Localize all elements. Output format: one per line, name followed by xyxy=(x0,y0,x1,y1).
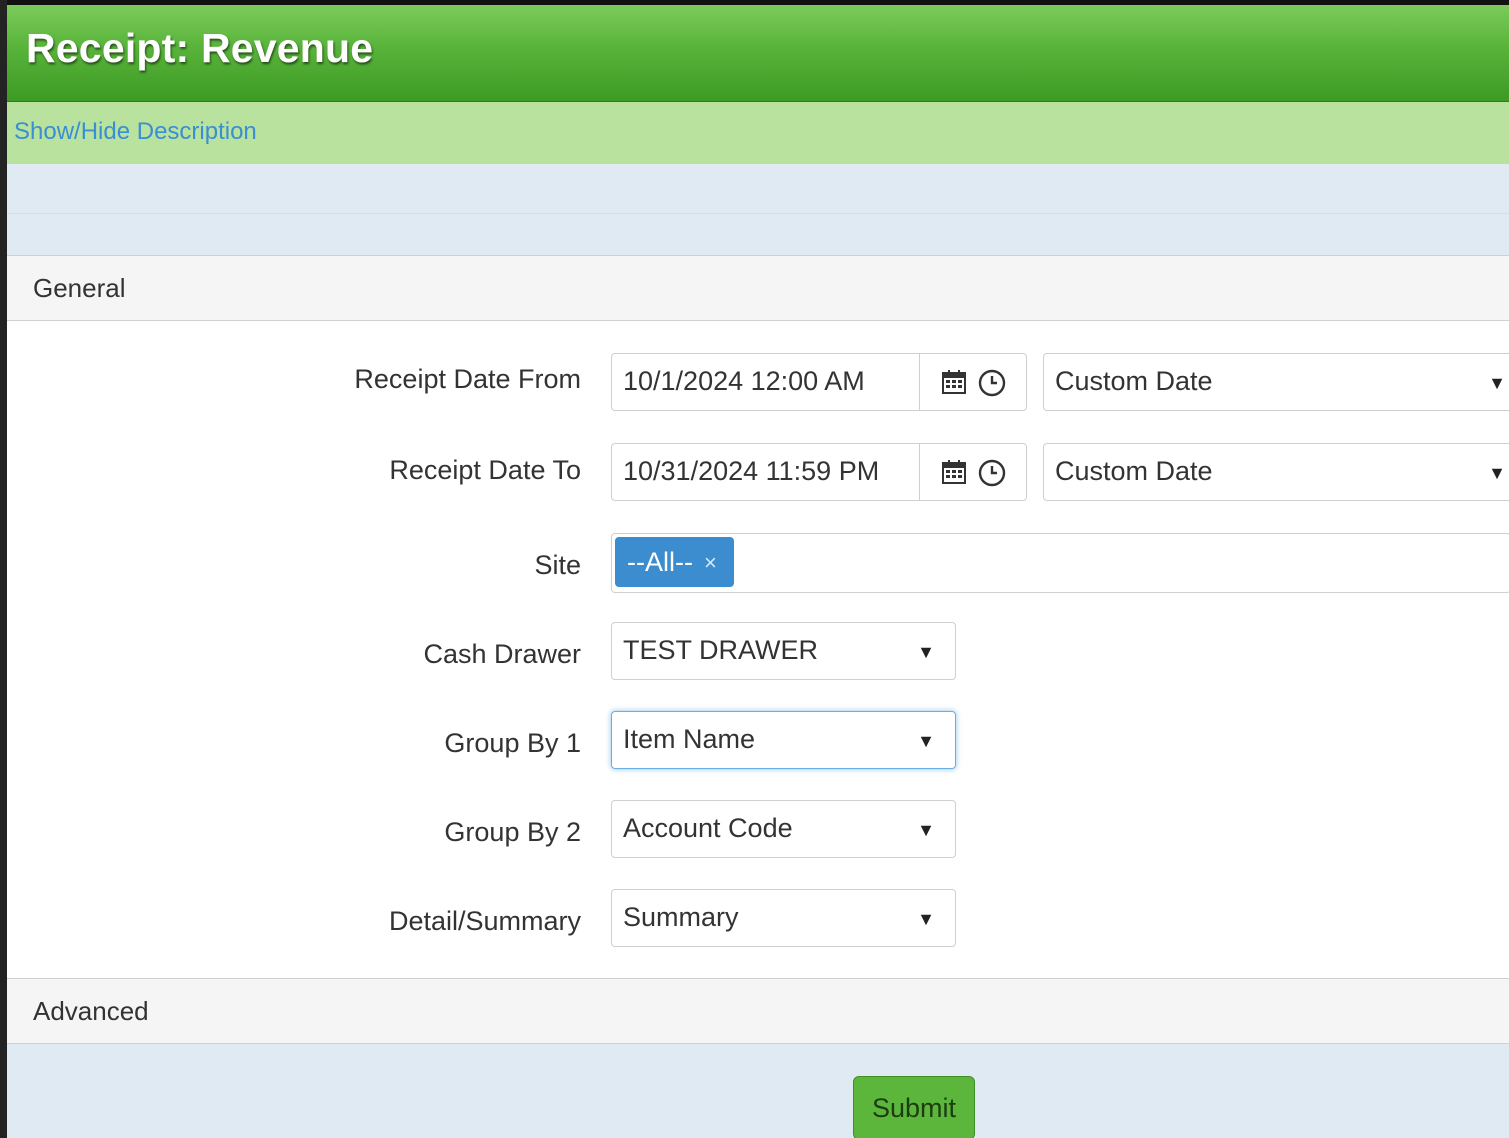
receipt-date-from-label: Receipt Date From xyxy=(354,364,581,394)
chevron-down-icon: ▼ xyxy=(917,909,935,929)
general-form: Receipt Date From 10/1/2024 12:00 AM Cus… xyxy=(7,321,1509,978)
receipt-date-from-value: 10/1/2024 12:00 AM xyxy=(623,366,865,396)
chevron-down-icon: ▼ xyxy=(1488,373,1506,393)
detail-summary-value: Summary xyxy=(623,902,739,932)
chevron-down-icon: ▼ xyxy=(1488,463,1506,483)
chevron-down-icon: ▼ xyxy=(917,642,935,662)
receipt-date-from-input[interactable]: 10/1/2024 12:00 AM xyxy=(611,353,1027,411)
description-bar: Show/Hide Description xyxy=(7,102,1509,164)
section-general-header[interactable]: General xyxy=(7,255,1509,321)
receipt-date-from-picker[interactable] xyxy=(919,354,1026,410)
section-general-label: General xyxy=(33,273,126,303)
group-by-2-select[interactable]: Account Code ▼ xyxy=(611,800,956,858)
detail-summary-label: Detail/Summary xyxy=(388,906,581,936)
page-title: Receipt: Revenue xyxy=(26,25,374,71)
cash-drawer-select[interactable]: TEST DRAWER ▼ xyxy=(611,622,956,680)
group-by-1-select[interactable]: Item Name ▼ xyxy=(611,711,956,769)
receipt-date-to-picker[interactable] xyxy=(919,444,1026,500)
site-label: Site xyxy=(534,550,581,580)
cash-drawer-label: Cash Drawer xyxy=(423,639,581,669)
cash-drawer-value: TEST DRAWER xyxy=(623,635,819,665)
chevron-down-icon: ▼ xyxy=(917,820,935,840)
close-icon[interactable]: × xyxy=(704,550,717,576)
receipt-date-to-preset-value: Custom Date xyxy=(1055,456,1213,486)
group-by-2-label: Group By 2 xyxy=(444,817,581,847)
report-window: Receipt: Revenue Show/Hide Description G… xyxy=(7,5,1509,1138)
group-by-1-value: Item Name xyxy=(623,724,756,754)
site-tag-label: --All-- xyxy=(627,547,693,577)
submit-button[interactable]: Submit xyxy=(853,1076,975,1138)
chevron-down-icon: ▼ xyxy=(917,731,935,751)
receipt-date-from-preset-select[interactable]: Custom Date ▼ xyxy=(1043,353,1509,411)
calendar-icon[interactable] xyxy=(941,459,967,485)
receipt-date-to-preset-select[interactable]: Custom Date ▼ xyxy=(1043,443,1509,501)
receipt-date-to-label: Receipt Date To xyxy=(389,455,581,485)
detail-summary-select[interactable]: Summary ▼ xyxy=(611,889,956,947)
show-hide-description-link[interactable]: Show/Hide Description xyxy=(14,118,257,146)
group-by-2-value: Account Code xyxy=(623,813,793,843)
clock-icon[interactable] xyxy=(978,369,1006,397)
site-tag-all: --All-- × xyxy=(615,537,734,587)
title-bar: Receipt: Revenue xyxy=(7,5,1509,102)
site-multiselect[interactable]: --All-- × xyxy=(611,533,1509,593)
section-advanced-header[interactable]: Advanced xyxy=(7,978,1509,1044)
receipt-date-to-input[interactable]: 10/31/2024 11:59 PM xyxy=(611,443,1027,501)
description-divider xyxy=(7,213,1509,214)
section-advanced-label: Advanced xyxy=(33,996,149,1026)
receipt-date-to-value: 10/31/2024 11:59 PM xyxy=(623,456,880,486)
submit-button-label: Submit xyxy=(871,1093,957,1123)
receipt-date-from-preset-value: Custom Date xyxy=(1055,366,1213,396)
calendar-icon[interactable] xyxy=(941,369,967,395)
group-by-1-label: Group By 1 xyxy=(444,728,581,758)
screen-left-edge xyxy=(0,0,7,1138)
clock-icon[interactable] xyxy=(978,459,1006,487)
